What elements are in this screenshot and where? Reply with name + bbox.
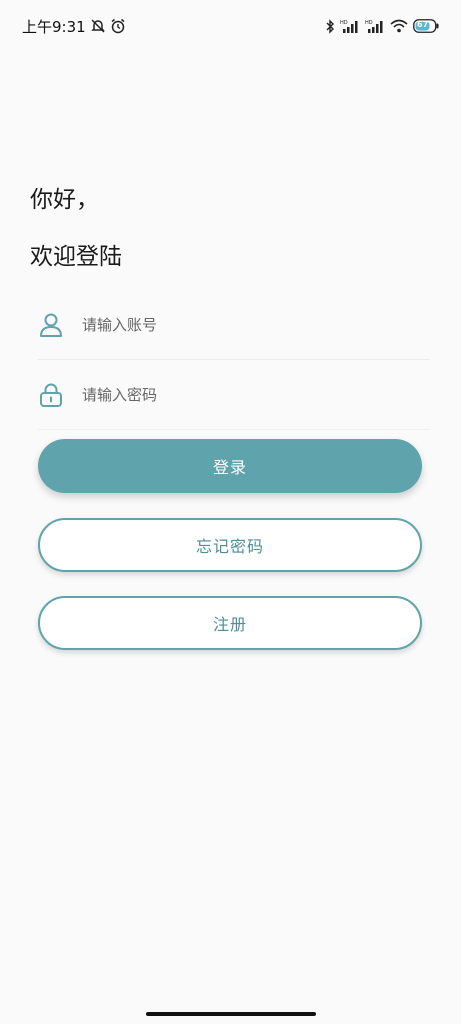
mute-icon [90, 18, 106, 34]
alarm-icon [110, 18, 126, 34]
user-icon [38, 312, 64, 338]
status-time: 上午9:31 [22, 17, 86, 36]
wifi-icon [390, 19, 408, 33]
login-button[interactable]: 登录 [38, 439, 422, 493]
svg-text:HD: HD [365, 20, 373, 26]
register-button[interactable]: 注册 [38, 596, 422, 650]
password-field[interactable] [38, 360, 430, 430]
svg-text:HD: HD [340, 20, 348, 26]
account-input[interactable] [82, 315, 382, 334]
lock-icon [38, 382, 64, 408]
signal-icon-2: HD [365, 19, 385, 33]
status-bar: 上午9:31 HD HD 67 [0, 0, 461, 52]
status-right: HD HD 67 [325, 18, 439, 34]
bluetooth-icon [325, 18, 335, 34]
battery-icon: 67 [413, 19, 439, 33]
status-left: 上午9:31 [22, 16, 126, 37]
password-input[interactable] [82, 385, 382, 404]
greeting: 你好， 欢迎登陆 [30, 172, 122, 286]
battery-level: 67 [417, 20, 429, 29]
forgot-password-button[interactable]: 忘记密码 [38, 518, 422, 572]
signal-icon: HD [340, 19, 360, 33]
greeting-line-2: 欢迎登陆 [30, 244, 122, 270]
account-field[interactable] [38, 290, 430, 360]
home-indicator[interactable] [146, 1012, 316, 1016]
login-screen: 上午9:31 HD HD 67 你好， 欢迎登陆 请输入账号 登录 忘记密码 注… [0, 0, 461, 1024]
greeting-line-1: 你好， [30, 187, 99, 213]
